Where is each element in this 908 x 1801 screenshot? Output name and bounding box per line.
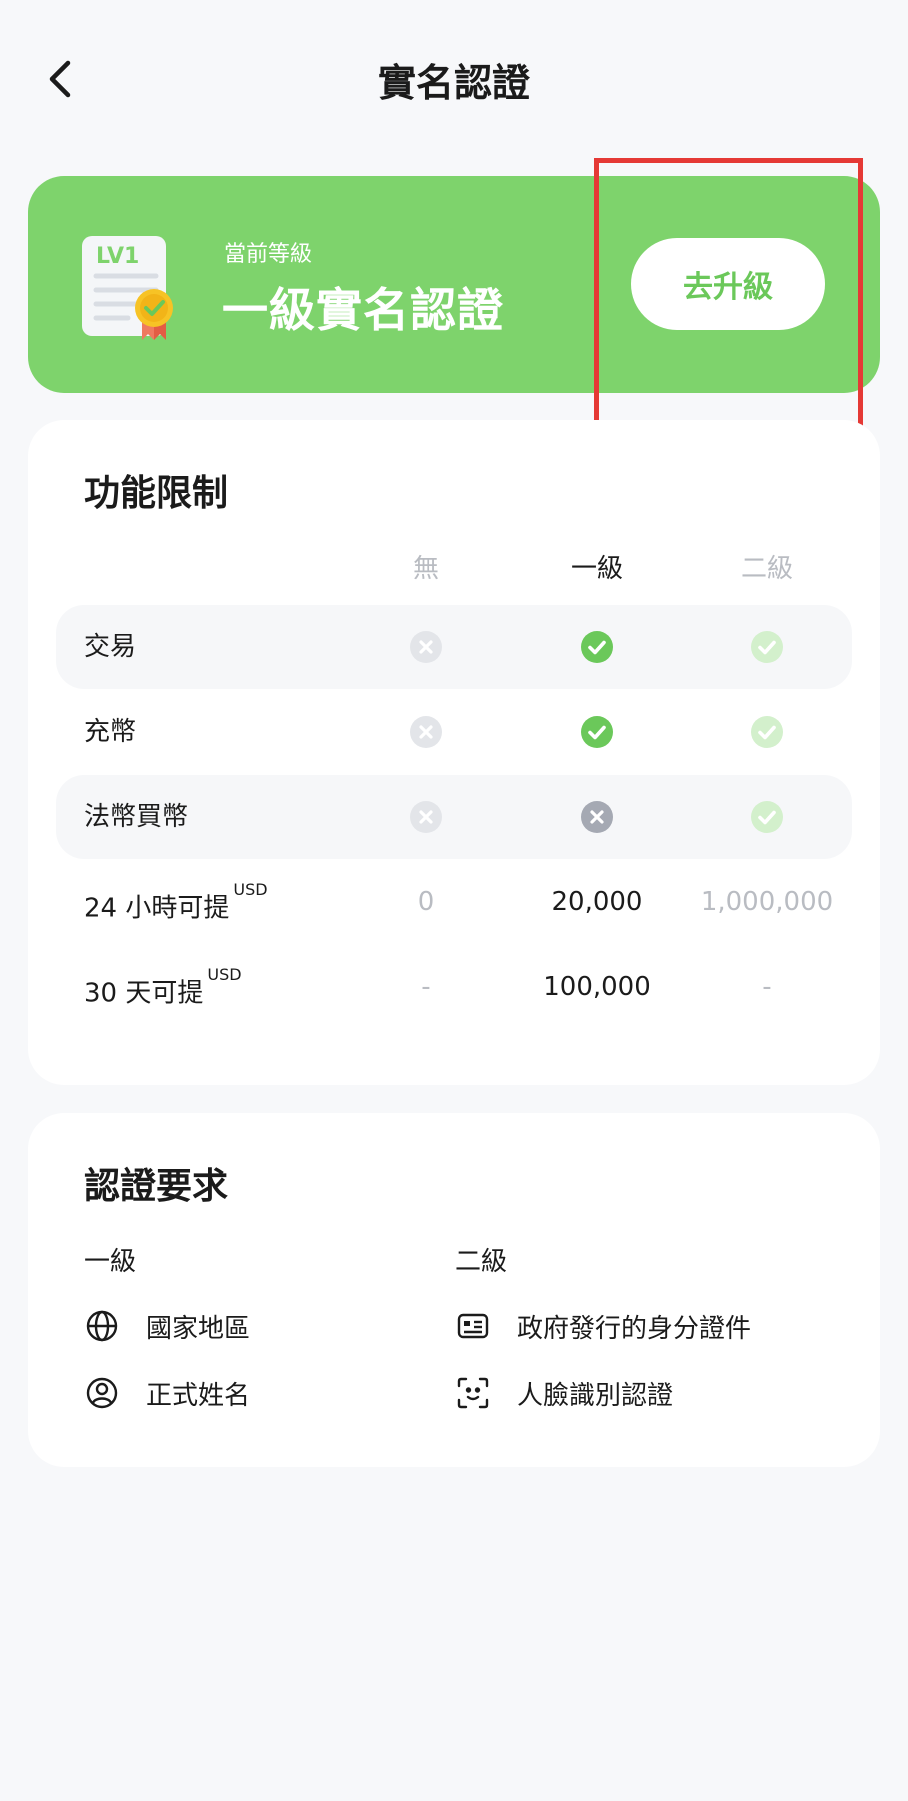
level-badge-text: LV1	[96, 244, 140, 269]
requirement-item: 國家地區	[84, 1306, 250, 1346]
x-circle-icon	[351, 605, 501, 689]
current-level-name: 一級實名認證	[222, 283, 504, 337]
limit-value: -	[421, 972, 431, 1002]
check-circle-icon	[692, 690, 842, 774]
x-circle-icon	[351, 775, 501, 859]
limit-value: 100,000	[543, 972, 651, 1002]
id-card-icon	[455, 1308, 491, 1344]
user-circle-icon	[84, 1375, 120, 1411]
limits-title: 功能限制	[84, 473, 229, 514]
upgrade-button[interactable]: 去升級	[631, 238, 825, 330]
column-head-level1: 一級	[570, 554, 623, 584]
current-level-card: LV1 當前等級 一級實名認證 去升級	[28, 176, 880, 393]
check-circle-icon	[522, 605, 672, 689]
limit-value: -	[762, 972, 772, 1002]
requirement-item: 正式姓名	[84, 1373, 250, 1413]
limit-row-unit: USD	[207, 965, 242, 984]
face-scan-icon	[455, 1375, 491, 1411]
limit-row-unit: USD	[233, 880, 268, 899]
requirement-text: 國家地區	[146, 1313, 251, 1344]
limit-row-label: 30 天可提USD	[84, 945, 242, 1029]
check-circle-icon	[692, 605, 842, 689]
requirements-title: 認證要求	[84, 1166, 229, 1207]
requirement-item: 人臉識別認證	[455, 1373, 673, 1413]
check-circle-icon	[692, 775, 842, 859]
limit-row: 交易	[56, 605, 852, 689]
limit-row-label: 法幣買幣	[84, 775, 188, 859]
x-circle-icon	[351, 690, 501, 774]
column-head-none: 無	[412, 554, 439, 584]
requirement-text: 人臉識別認證	[517, 1380, 674, 1411]
limit-value: 0	[417, 887, 435, 917]
page-title: 實名認證	[377, 61, 530, 105]
requirement-text: 政府發行的身分證件	[517, 1313, 752, 1344]
check-circle-icon	[522, 690, 672, 774]
limit-row-label: 交易	[84, 605, 136, 689]
requirement-text: 正式姓名	[146, 1380, 251, 1411]
limit-row-label-text: 30 天可提	[84, 978, 204, 1009]
limit-row-label: 充幣	[84, 690, 136, 774]
feature-limits-card: 功能限制 無 一級 二級 交易 充幣 法幣買幣 24 小時可提USD 0 20,000 1,…	[28, 420, 880, 1085]
limit-row: 24 小時可提USD 0 20,000 1,000,000	[56, 860, 852, 944]
limit-value: 1,000,000	[700, 887, 834, 917]
current-level-caption: 當前等級	[224, 242, 313, 267]
requirement-level1-label: 一級	[84, 1247, 137, 1277]
limit-row-label: 24 小時可提USD	[84, 860, 268, 944]
requirement-level2-label: 二級	[455, 1247, 508, 1277]
limit-row-label-text: 24 小時可提	[84, 893, 230, 924]
requirement-item: 政府發行的身分證件	[455, 1306, 751, 1346]
x-circle-icon	[522, 775, 672, 859]
globe-icon	[84, 1308, 120, 1344]
limit-row-label-text: 交易	[84, 632, 137, 662]
requirements-card: 認證要求 一級 二級 國家地區 正式姓名 政府發行的身分證件 人臉識別認證	[28, 1113, 880, 1467]
limit-row: 充幣	[56, 690, 852, 774]
limit-row: 30 天可提USD - 100,000 -	[56, 945, 852, 1029]
header: 實名認證	[0, 0, 908, 160]
limit-row-label-text: 法幣買幣	[84, 802, 189, 832]
limit-value: 20,000	[551, 887, 643, 917]
level-badge: LV1	[82, 232, 192, 342]
column-head-level2: 二級	[740, 554, 793, 584]
limit-row: 法幣買幣	[56, 775, 852, 859]
limit-row-label-text: 充幣	[84, 717, 137, 747]
